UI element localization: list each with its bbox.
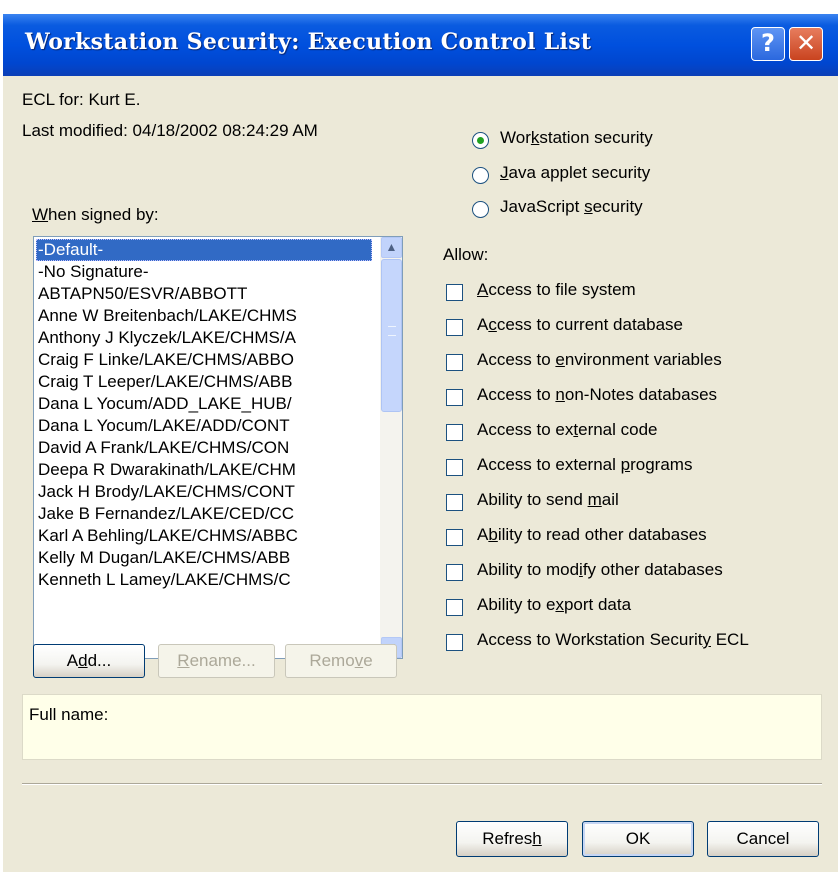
checkbox-access-environment-variables-label[interactable]: Access to environment variables (477, 350, 722, 370)
separator (22, 783, 822, 785)
cancel-button[interactable]: Cancel (707, 821, 819, 857)
allow-label: Allow: (443, 245, 489, 264)
checkbox-access-external-programs[interactable] (446, 459, 463, 476)
full-name-label: Full name: (29, 705, 109, 724)
remove-button[interactable]: Remove (285, 644, 397, 678)
checkbox-access-file-system-label[interactable]: Access to file system (477, 280, 636, 300)
title-bar[interactable]: Workstation Security: Execution Control … (3, 14, 838, 76)
checkbox-modify-other-databases-label[interactable]: Ability to modify other databases (477, 560, 723, 580)
checkbox-read-other-databases-label[interactable]: Ability to read other databases (477, 525, 707, 545)
list-item[interactable]: Anthony J Klyczek/LAKE/CHMS/A (36, 327, 296, 349)
checkbox-modify-other-databases[interactable] (446, 564, 463, 581)
list-item[interactable]: Dana L Yocum/ADD_LAKE_HUB/ (36, 393, 292, 415)
rename-button[interactable]: Rename... (158, 644, 275, 678)
list-item[interactable]: -Default- (36, 239, 372, 261)
checkbox-access-file-system[interactable] (446, 284, 463, 301)
list-item[interactable]: Kelly M Dugan/LAKE/CHMS/ABB (36, 547, 290, 569)
vertical-scrollbar[interactable]: ▲ ▼ (380, 237, 402, 658)
list-item[interactable]: -No Signature- (36, 261, 149, 283)
list-item[interactable]: David A Frank/LAKE/CHMS/CON (36, 437, 289, 459)
list-item[interactable]: Dana L Yocum/LAKE/ADD/CONT (36, 415, 290, 437)
ok-button[interactable]: OK (582, 821, 694, 857)
last-modified-label: Last modified: 04/18/2002 08:24:29 AM (22, 121, 318, 140)
list-item[interactable]: Jake B Fernandez/LAKE/CED/CC (36, 503, 294, 525)
help-button[interactable]: ? (751, 27, 785, 61)
full-name-panel: Full name: (22, 694, 822, 760)
checkbox-access-external-programs-label[interactable]: Access to external programs (477, 455, 692, 475)
list-item[interactable]: Deepa R Dwarakinath/LAKE/CHM (36, 459, 296, 481)
help-icon: ? (761, 29, 775, 57)
checkbox-export-data[interactable] (446, 599, 463, 616)
window-title: Workstation Security: Execution Control … (25, 29, 592, 55)
radio-java-applet-security[interactable] (472, 167, 489, 184)
ecl-dialog: Workstation Security: Execution Control … (3, 14, 838, 872)
close-icon: ✕ (795, 29, 817, 57)
scrollbar-thumb[interactable] (381, 259, 402, 412)
list-item[interactable]: Craig F Linke/LAKE/CHMS/ABBO (36, 349, 294, 371)
ecl-for-label: ECL for: Kurt E. (22, 90, 141, 109)
checkbox-send-mail[interactable] (446, 494, 463, 511)
refresh-button[interactable]: Refresh (456, 821, 568, 857)
checkbox-access-workstation-security-ecl[interactable] (446, 634, 463, 651)
checkbox-access-external-code[interactable] (446, 424, 463, 441)
radio-javascript-security[interactable] (472, 201, 489, 218)
radio-java-applet-security-label[interactable]: Java applet security (500, 163, 650, 183)
chevron-up-icon: ▲ (385, 240, 398, 254)
checkbox-access-external-code-label[interactable]: Access to external code (477, 420, 658, 440)
close-button[interactable]: ✕ (789, 27, 823, 61)
scroll-up-button[interactable]: ▲ (381, 237, 402, 258)
list-item[interactable]: ABTAPN50/ESVR/ABBOTT (36, 283, 247, 305)
list-item[interactable]: Anne W Breitenbach/LAKE/CHMS (36, 305, 297, 327)
checkbox-access-non-notes-databases[interactable] (446, 389, 463, 406)
radio-workstation-security-label[interactable]: Workstation security (500, 128, 653, 148)
signer-listbox[interactable]: -Default- -No Signature- ABTAPN50/ESVR/A… (33, 236, 403, 659)
checkbox-access-current-database-label[interactable]: Access to current database (477, 315, 683, 335)
checkbox-export-data-label[interactable]: Ability to export data (477, 595, 631, 615)
checkbox-send-mail-label[interactable]: Ability to send mail (477, 490, 619, 510)
add-button[interactable]: Add... (33, 644, 145, 678)
checkbox-access-environment-variables[interactable] (446, 354, 463, 371)
radio-javascript-security-label[interactable]: JavaScript security (500, 197, 643, 217)
checkbox-access-workstation-security-ecl-label[interactable]: Access to Workstation Security ECL (477, 630, 749, 650)
checkbox-read-other-databases[interactable] (446, 529, 463, 546)
list-item[interactable]: Craig T Leeper/LAKE/CHMS/ABB (36, 371, 293, 393)
checkbox-access-non-notes-databases-label[interactable]: Access to non-Notes databases (477, 385, 717, 405)
when-signed-by-label: When signed by: (32, 205, 159, 224)
list-item[interactable]: Kenneth L Lamey/LAKE/CHMS/C (36, 569, 291, 591)
list-item[interactable]: Jack H Brody/LAKE/CHMS/CONT (36, 481, 295, 503)
checkbox-access-current-database[interactable] (446, 319, 463, 336)
list-item[interactable]: Karl A Behling/LAKE/CHMS/ABBC (36, 525, 298, 547)
radio-workstation-security[interactable] (472, 132, 489, 149)
